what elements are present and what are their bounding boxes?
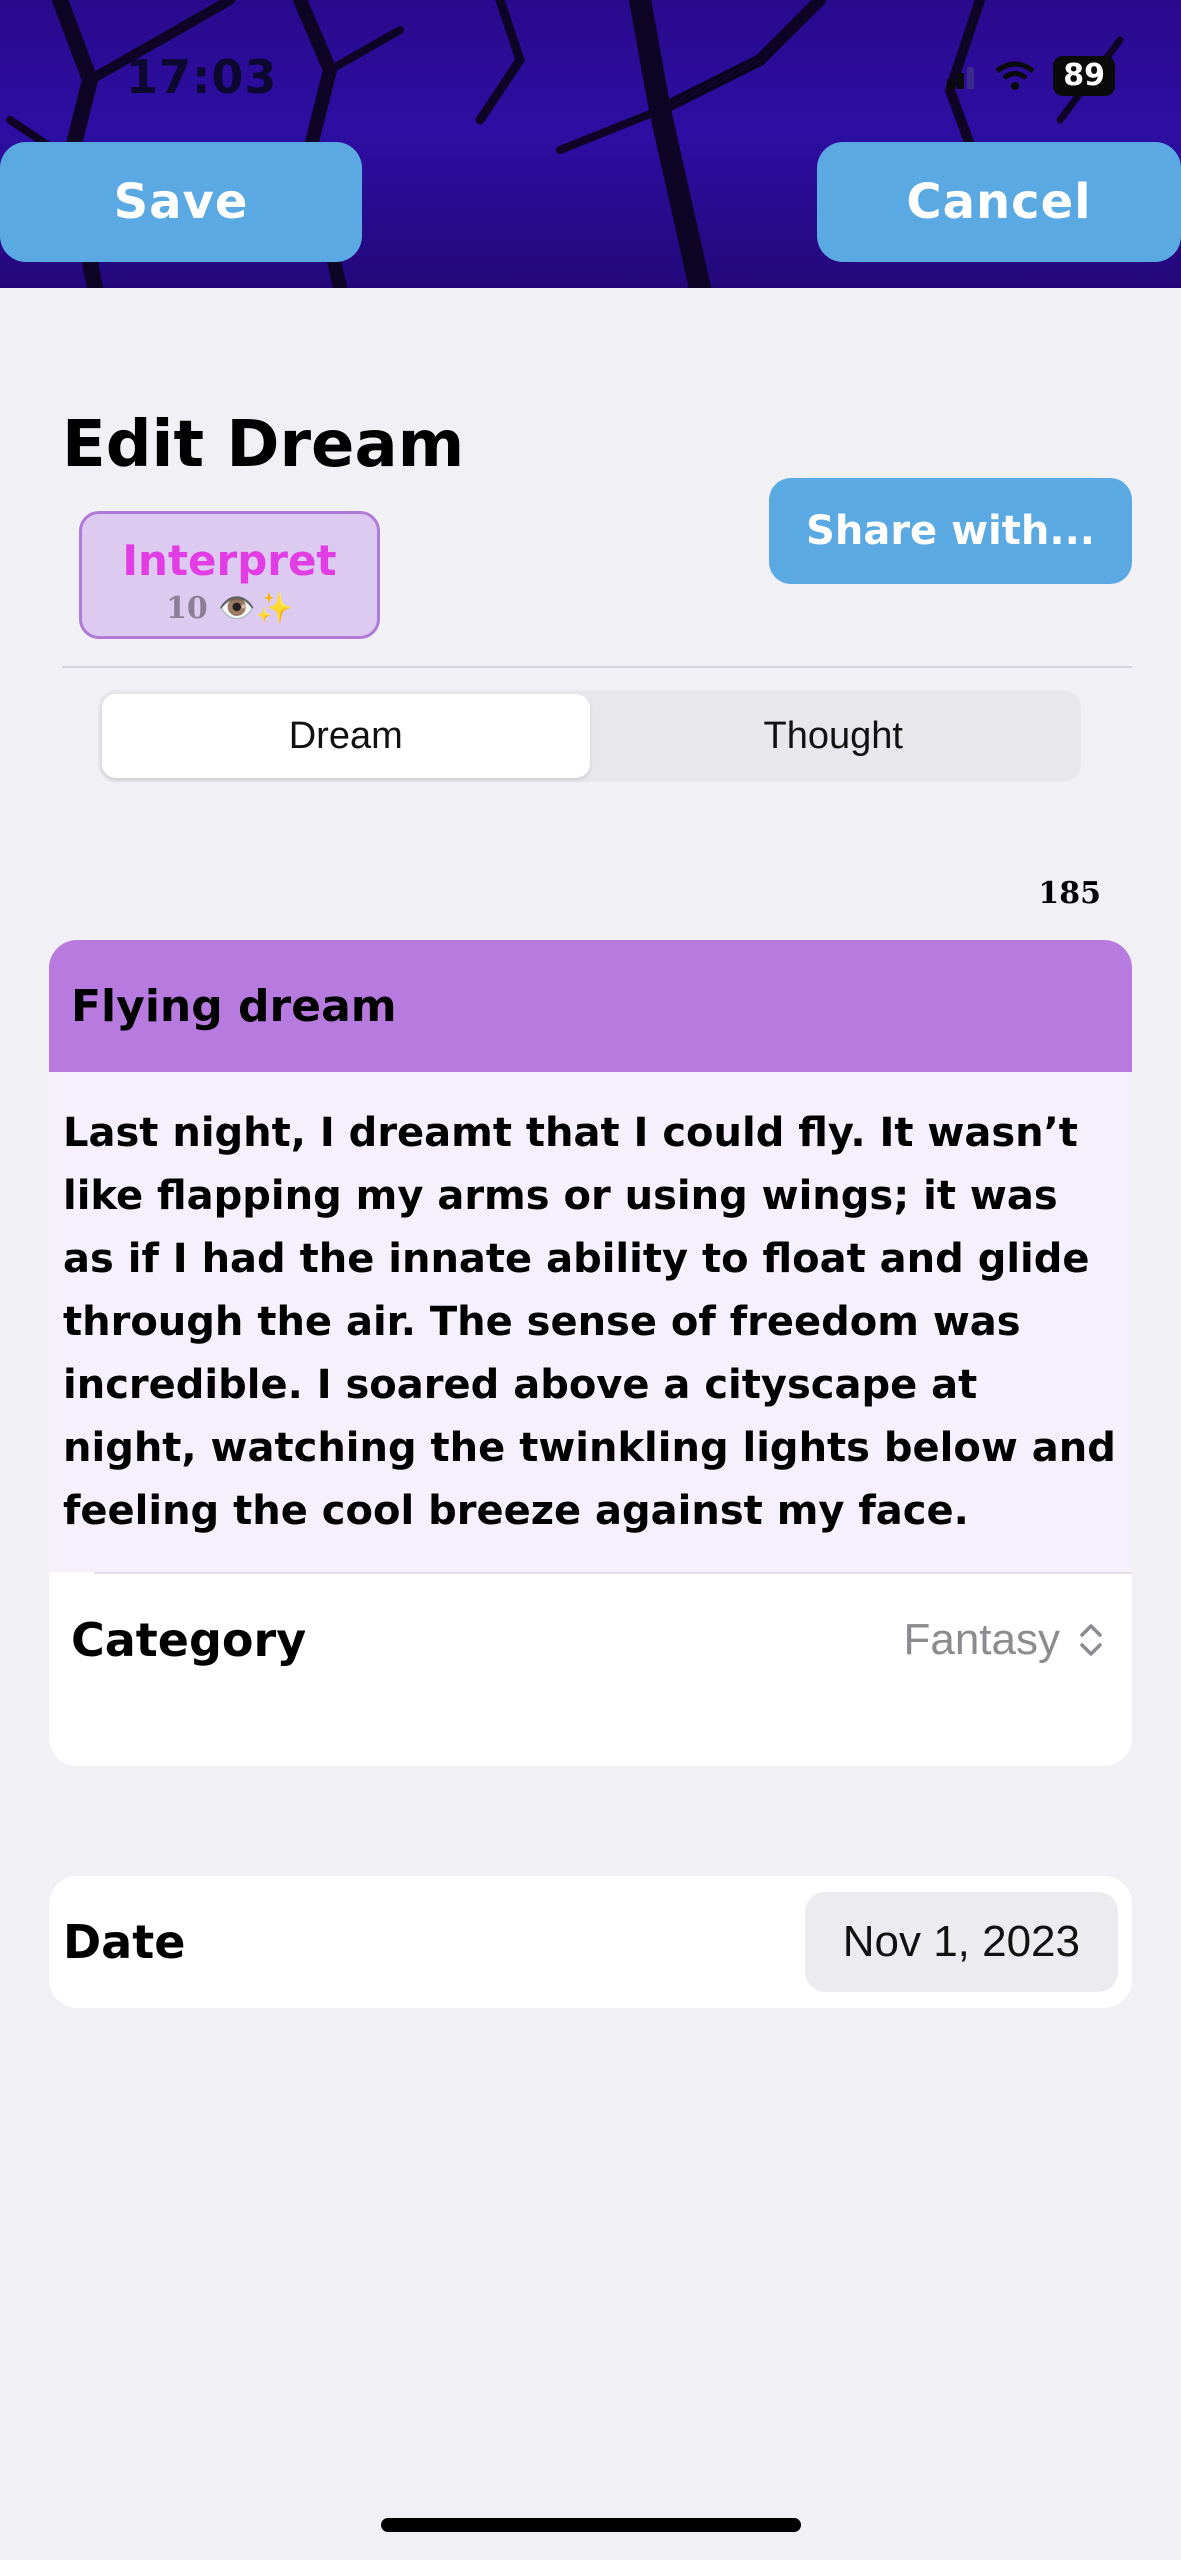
date-row: Date Nov 1, 2023 — [49, 1876, 1132, 2008]
category-label: Category — [71, 1613, 307, 1667]
category-row[interactable]: Category Fantasy — [49, 1574, 1132, 1706]
chevron-up-down-icon — [1080, 1624, 1102, 1656]
cancel-button[interactable]: Cancel — [817, 142, 1181, 262]
date-label: Date — [63, 1915, 186, 1969]
category-picker[interactable]: Fantasy — [903, 1615, 1106, 1665]
interpret-label: Interpret — [122, 536, 337, 585]
status-icons: 89 — [947, 56, 1115, 96]
signal-icon — [947, 67, 975, 89]
dream-body-textarea[interactable]: Last night, I dreamt that I could fly. I… — [49, 1072, 1132, 1572]
dream-title-field[interactable]: Flying dream — [49, 940, 1132, 1072]
segment-dream[interactable]: Dream — [102, 694, 590, 778]
dream-editor-card: Flying dream Last night, I dreamt that I… — [49, 940, 1132, 1766]
character-count: 185 — [1038, 876, 1101, 911]
date-picker[interactable]: Nov 1, 2023 — [804, 1892, 1118, 1992]
segment-thought[interactable]: Thought — [590, 694, 1078, 778]
category-value: Fantasy — [903, 1615, 1060, 1664]
status-time: 17:03 — [126, 50, 278, 104]
interpret-cost: 10 👁️✨ — [166, 591, 293, 626]
page-title: Edit Dream — [62, 408, 465, 482]
wifi-icon — [995, 61, 1035, 90]
save-button[interactable]: Save — [0, 142, 362, 262]
interpret-button[interactable]: Interpret 10 👁️✨ — [79, 511, 380, 639]
home-indicator — [381, 2518, 801, 2532]
battery-indicator: 89 — [1053, 56, 1115, 96]
divider — [62, 666, 1132, 668]
share-button[interactable]: Share with... — [769, 478, 1132, 584]
entry-type-segmented-control: Dream Thought — [98, 690, 1081, 782]
